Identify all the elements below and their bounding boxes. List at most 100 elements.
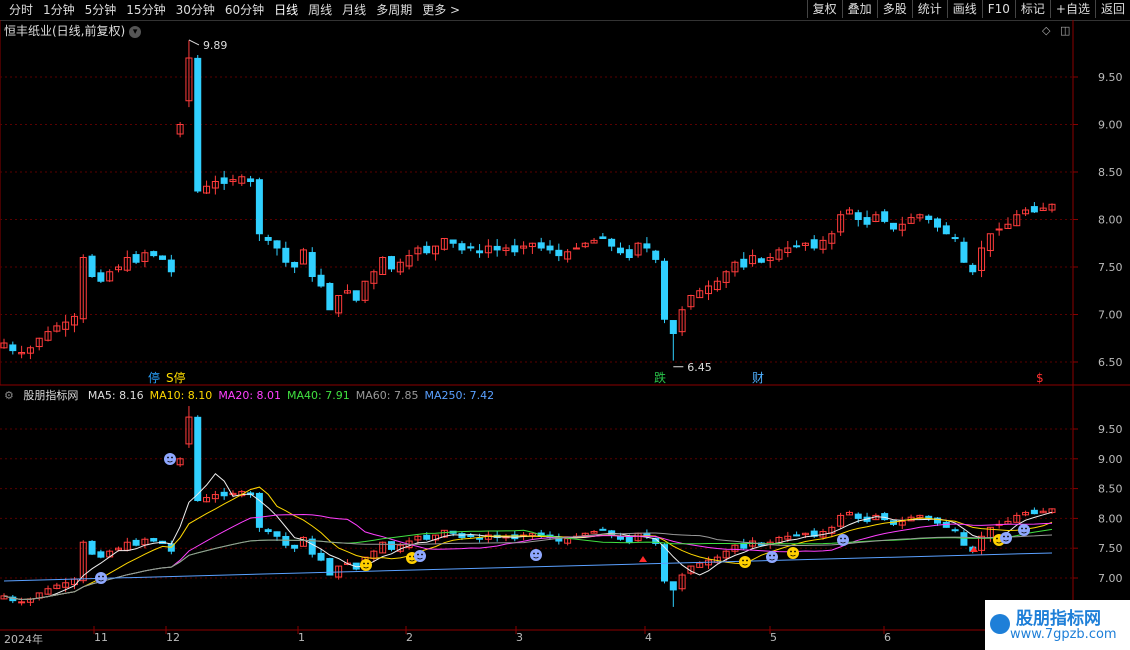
face-icon bbox=[360, 559, 372, 571]
main-candle-body bbox=[934, 218, 942, 228]
arrow-up-icon bbox=[639, 556, 647, 562]
x-axis-label: 11 bbox=[94, 631, 108, 644]
ind-candle-body bbox=[669, 581, 677, 591]
main-candle-body bbox=[925, 215, 933, 220]
face-eye bbox=[844, 537, 846, 540]
main-candle-body bbox=[960, 241, 968, 263]
high-pointer bbox=[188, 39, 200, 46]
face-icon bbox=[95, 572, 107, 584]
main-candle-body bbox=[889, 222, 897, 230]
ind-candle-body bbox=[467, 535, 475, 538]
ind-candle-body bbox=[97, 551, 105, 558]
x-axis-label: 2024年 bbox=[4, 633, 43, 646]
chart-canvas[interactable]: 9.50 9.00 8.50 8.00 7.50 7.00 6.50 9.50 9.00 8.50… bbox=[0, 0, 1130, 650]
face-eye bbox=[1007, 535, 1009, 538]
ind-candle-body bbox=[616, 535, 624, 540]
ind-candle-body bbox=[881, 513, 889, 521]
main-candle-body bbox=[282, 247, 290, 263]
main-candle-body bbox=[132, 254, 140, 263]
main-candle-body bbox=[264, 236, 272, 241]
ind-candle-body bbox=[951, 529, 959, 532]
face-eye bbox=[533, 552, 535, 555]
x-axis-label: 2 bbox=[406, 631, 413, 644]
face-eye bbox=[1025, 527, 1027, 530]
main-candle-body bbox=[555, 249, 563, 257]
y-tick-label: 9.50 bbox=[1098, 423, 1123, 436]
main-candle-body bbox=[88, 255, 96, 278]
main-candle-body bbox=[643, 243, 651, 249]
main-candle-body bbox=[661, 260, 669, 320]
main-candle-body bbox=[159, 255, 167, 260]
main-candle-body bbox=[793, 245, 801, 248]
ind-candle-body bbox=[88, 540, 96, 555]
face-eye bbox=[167, 456, 169, 459]
face-icon bbox=[1018, 524, 1030, 536]
y-tick-label: 7.00 bbox=[1098, 572, 1123, 585]
face-eye bbox=[421, 553, 423, 556]
main-candle-body bbox=[467, 246, 475, 249]
main-candle-body bbox=[854, 212, 862, 220]
face-eye bbox=[746, 559, 748, 562]
main-candle-body bbox=[308, 252, 316, 277]
x-axis-label: 5 bbox=[770, 631, 777, 644]
y-tick-label: 8.00 bbox=[1098, 512, 1123, 525]
main-candle-body bbox=[167, 259, 175, 273]
x-axis-label: 6 bbox=[884, 631, 891, 644]
ma-line bbox=[3, 472, 1053, 601]
face-eye bbox=[790, 550, 792, 553]
ind-candle-body bbox=[18, 601, 26, 604]
face-eye bbox=[840, 537, 842, 540]
main-candle-body bbox=[458, 243, 466, 251]
main-candle-body bbox=[449, 239, 457, 244]
face-eye bbox=[769, 554, 771, 557]
face-icon bbox=[414, 550, 426, 562]
face-icon bbox=[787, 547, 799, 559]
main-candle-body bbox=[951, 237, 959, 240]
ind-candle-body bbox=[308, 538, 316, 555]
main-candle-body bbox=[97, 272, 105, 282]
main-candle-body bbox=[969, 264, 977, 273]
x-axis-label: 3 bbox=[516, 631, 523, 644]
face-eye bbox=[1003, 535, 1005, 538]
y-tick-label: 7.50 bbox=[1098, 542, 1123, 555]
main-candle-body bbox=[608, 238, 616, 247]
y-tick-label: 7.00 bbox=[1098, 309, 1123, 322]
y-tick-label: 6.50 bbox=[1098, 356, 1123, 369]
y-tick-label: 8.50 bbox=[1098, 166, 1123, 179]
face-icon bbox=[164, 453, 176, 465]
main-candle-body bbox=[572, 247, 580, 250]
main-candle-body bbox=[757, 258, 765, 263]
main-candle-body bbox=[476, 250, 484, 254]
ind-candle-body bbox=[1030, 509, 1038, 515]
ind-candle-body bbox=[387, 541, 395, 550]
main-candle-body bbox=[652, 250, 660, 260]
main-candle-body bbox=[150, 251, 158, 257]
face-eye bbox=[102, 575, 104, 578]
y-tick-label: 9.00 bbox=[1098, 119, 1123, 132]
main-candle-body bbox=[352, 290, 360, 301]
main-candle-body bbox=[863, 217, 871, 225]
main-candle-body bbox=[599, 236, 607, 240]
main-candle-body bbox=[740, 258, 748, 268]
ind-candle-body bbox=[264, 529, 272, 533]
y-tick-label: 9.00 bbox=[1098, 453, 1123, 466]
high-label: 9.89 bbox=[203, 39, 228, 52]
main-candle-body bbox=[493, 245, 501, 251]
main-candle-body bbox=[616, 247, 624, 254]
ind-candle-body bbox=[317, 552, 325, 561]
face-eye bbox=[417, 553, 419, 556]
main-candle-body bbox=[625, 249, 633, 258]
main-candle-body bbox=[995, 228, 1003, 231]
main-candle-body bbox=[810, 239, 818, 249]
face-eye bbox=[363, 562, 365, 565]
main-candle-body bbox=[9, 344, 17, 352]
main-candle-body bbox=[546, 245, 554, 251]
event-marker: S停 bbox=[166, 370, 186, 385]
face-icon bbox=[766, 551, 778, 563]
event-marker: 停 bbox=[148, 370, 160, 385]
face-eye bbox=[537, 552, 539, 555]
ind-candle-body bbox=[132, 539, 140, 546]
ind-candle-body bbox=[854, 513, 862, 519]
watermark-url: www.7gpzb.com bbox=[1010, 627, 1117, 642]
x-axis-label: 1 bbox=[298, 631, 305, 644]
